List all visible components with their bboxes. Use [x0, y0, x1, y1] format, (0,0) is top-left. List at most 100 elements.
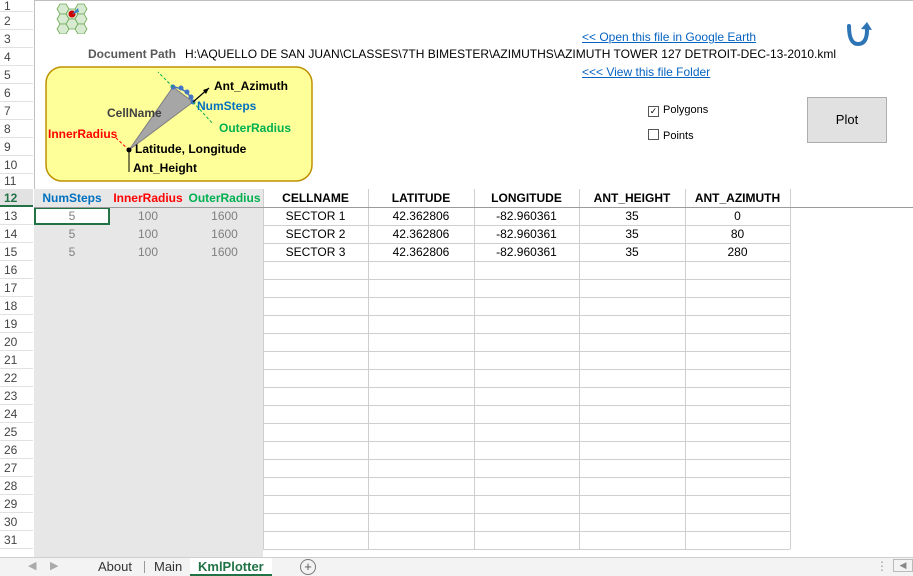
row-number[interactable]: 26 — [0, 441, 33, 459]
column-header-latitude[interactable]: LATITUDE — [368, 189, 474, 207]
points-label: Points — [663, 130, 694, 142]
row-number[interactable]: 4 — [0, 48, 33, 66]
tab-main[interactable]: Main — [146, 558, 190, 576]
grid-line — [263, 297, 790, 298]
column-header-outerradius[interactable]: OuterRadius — [186, 189, 263, 207]
polygons-checkbox[interactable]: ✓ Polygons — [648, 104, 708, 117]
table-cell[interactable]: 5 — [34, 243, 110, 261]
tab-about[interactable]: About — [90, 558, 140, 576]
table-cell[interactable]: 100 — [110, 225, 186, 243]
row-number[interactable]: 27 — [0, 459, 33, 477]
table-cell[interactable]: 42.362806 — [368, 243, 474, 261]
table-cell[interactable]: 1600 — [186, 225, 263, 243]
grid-line — [263, 387, 790, 388]
row-number[interactable]: 20 — [0, 333, 33, 351]
row-number[interactable]: 29 — [0, 495, 33, 513]
checkbox-unchecked-icon — [648, 129, 659, 140]
column-header-innerradius[interactable]: InnerRadius — [110, 189, 186, 207]
column-header-numsteps[interactable]: NumSteps — [34, 189, 110, 207]
table-cell[interactable]: 5 — [34, 225, 110, 243]
table-cell[interactable]: -82.960361 — [474, 225, 579, 243]
step-dot — [184, 89, 190, 95]
row-number[interactable]: 28 — [0, 477, 33, 495]
cell-name-label: CellName — [107, 106, 162, 120]
row-number[interactable]: 5 — [0, 66, 33, 84]
h-scroll-left-icon[interactable]: ◀ — [893, 559, 913, 572]
column-header-cellname[interactable]: CELLNAME — [263, 189, 368, 207]
row-number[interactable]: 7 — [0, 102, 33, 120]
scroll-left-icon[interactable]: ◀ — [28, 559, 36, 572]
table-cell[interactable]: -82.960361 — [474, 207, 579, 225]
grid-line — [263, 531, 790, 532]
grid-line — [263, 423, 790, 424]
tab-bar-splitter-icon[interactable]: ⋮ — [876, 559, 888, 573]
row-number[interactable]: 23 — [0, 387, 33, 405]
grid-line — [263, 369, 790, 370]
row-number[interactable]: 14 — [0, 225, 33, 243]
grid-line — [263, 405, 790, 406]
row-number[interactable]: 6 — [0, 84, 33, 102]
grid-line — [263, 261, 790, 262]
table-cell[interactable]: SECTOR 3 — [263, 243, 368, 261]
num-steps-label: NumSteps — [197, 99, 257, 113]
row-number[interactable]: 17 — [0, 279, 33, 297]
grid-line — [263, 477, 790, 478]
row-number[interactable]: 16 — [0, 261, 33, 279]
column-header-longitude[interactable]: LONGITUDE — [474, 189, 579, 207]
table-cell[interactable]: 100 — [110, 207, 186, 225]
tab-kmlplotter[interactable]: KmlPlotter — [190, 558, 272, 576]
inner-radius-label: InnerRadius — [48, 127, 118, 141]
table-cell[interactable]: 280 — [685, 243, 790, 261]
table-cell[interactable]: 42.362806 — [368, 207, 474, 225]
grid-line — [790, 189, 791, 549]
table-cell[interactable]: 1600 — [186, 207, 263, 225]
table-cell[interactable]: SECTOR 1 — [263, 207, 368, 225]
column-header-ant-height[interactable]: ANT_HEIGHT — [579, 189, 685, 207]
row-number[interactable]: 12 — [0, 189, 33, 207]
row-number[interactable]: 31 — [0, 531, 33, 549]
step-dot — [178, 85, 184, 91]
grid-line — [263, 279, 790, 280]
row-number[interactable]: 18 — [0, 297, 33, 315]
points-checkbox[interactable]: Points — [648, 129, 694, 142]
row-number[interactable]: 24 — [0, 405, 33, 423]
checkbox-checked-icon: ✓ — [648, 106, 659, 117]
row-number[interactable]: 22 — [0, 369, 33, 387]
refresh-arrow-icon[interactable] — [843, 20, 873, 48]
row-number[interactable]: 21 — [0, 351, 33, 369]
selected-cell[interactable]: 5 — [34, 207, 110, 225]
row-number[interactable]: 15 — [0, 243, 33, 261]
table-cell[interactable]: SECTOR 2 — [263, 225, 368, 243]
row-number[interactable]: 8 — [0, 120, 33, 138]
table-cell[interactable]: -82.960361 — [474, 243, 579, 261]
column-header-ant-azimuth[interactable]: ANT_AZIMUTH — [685, 189, 790, 207]
table-cell[interactable]: 35 — [579, 243, 685, 261]
table-cell[interactable]: 35 — [579, 207, 685, 225]
grid-line — [263, 441, 790, 442]
row-number[interactable]: 30 — [0, 513, 33, 531]
table-cell[interactable]: 80 — [685, 225, 790, 243]
table-cell[interactable]: 0 — [685, 207, 790, 225]
table-cell[interactable]: 1600 — [186, 243, 263, 261]
row-number[interactable]: 9 — [0, 138, 33, 156]
open-google-earth-link[interactable]: << Open this file in Google Earth — [582, 30, 756, 44]
step-dot — [188, 94, 194, 100]
lat-lon-label: Latitude, Longitude — [135, 142, 247, 156]
row-number[interactable]: 25 — [0, 423, 33, 441]
add-sheet-button[interactable]: + — [300, 559, 316, 575]
plot-button[interactable]: Plot — [807, 97, 887, 143]
row-number[interactable]: 19 — [0, 315, 33, 333]
scroll-right-icon[interactable]: ▶ — [50, 559, 58, 572]
row-number[interactable]: 1 — [0, 0, 33, 12]
row-header-column: 1 2 3 4 5 6 7 8 9 10 11 12 13 14 15 16 17 18 19 20 21 22 23 24 2… — [0, 0, 35, 557]
table-cell[interactable]: 100 — [110, 243, 186, 261]
row-number[interactable]: 2 — [0, 12, 33, 30]
table-cell[interactable]: 42.362806 — [368, 225, 474, 243]
table-cell[interactable]: 35 — [579, 225, 685, 243]
view-folder-link[interactable]: <<< View this file Folder — [582, 65, 710, 79]
hexagon-logo-icon — [56, 3, 88, 34]
row-number[interactable]: 3 — [0, 30, 33, 48]
row-number[interactable]: 13 — [0, 207, 33, 225]
row-number[interactable]: 11 — [0, 172, 33, 190]
grid-line — [263, 495, 790, 496]
